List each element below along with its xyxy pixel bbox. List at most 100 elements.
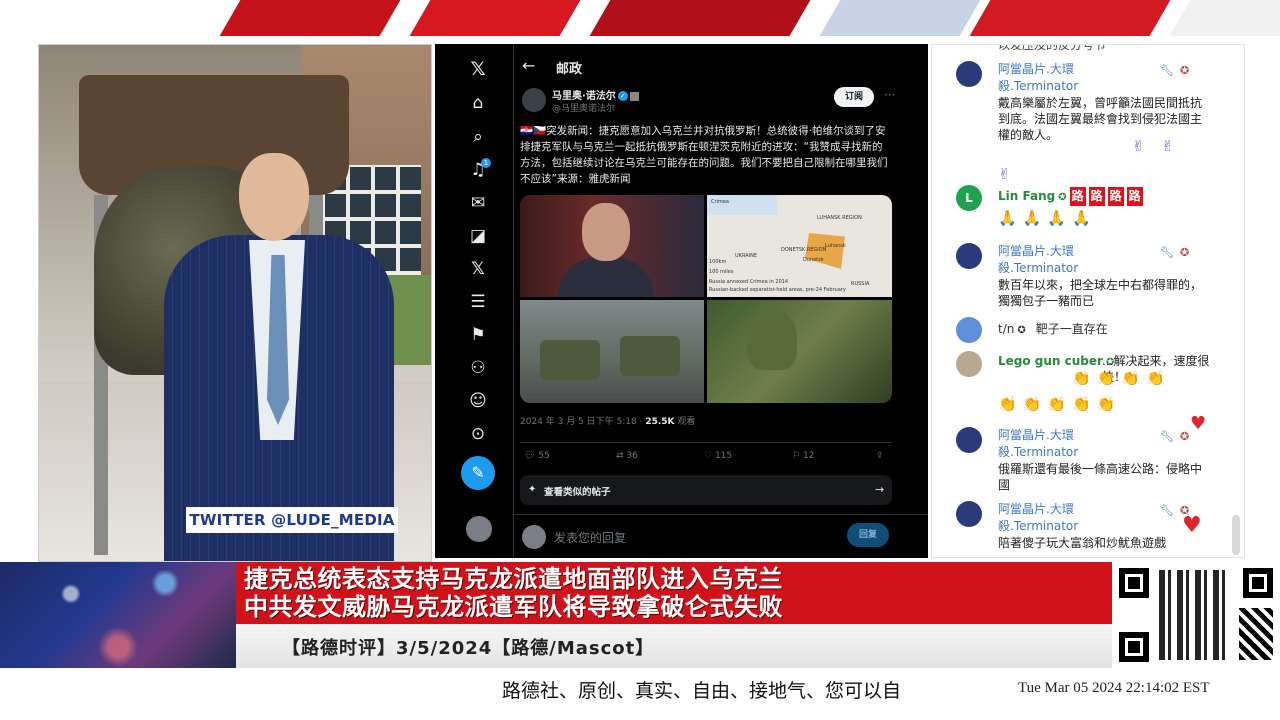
clap-emoji: 👏👏👏👏: [1072, 369, 1171, 387]
post-header: ← 邮政: [514, 44, 928, 88]
reply-input[interactable]: 发表您的回复: [554, 529, 626, 546]
avatar[interactable]: [956, 351, 982, 377]
headline-line-2: 中共发文威胁马克龙派遣军队将导致拿破仑式失败: [244, 593, 783, 621]
chat-author-cont[interactable]: 殺.Terminator: [998, 78, 1078, 95]
peace-emoji: ✌ ✌: [1132, 137, 1180, 155]
lists-icon[interactable]: ☰: [467, 291, 489, 313]
video-frame: TWITTER @LUDE_MEDIA 𝕏 ⌂ ⌕ ♫ 1 ✉ ◪ 𝕏 ☰ ⚑ …: [0, 0, 1280, 720]
post-timestamp: 2024 年 3 月 5 日下午 5:18 · 25.5K 观看: [520, 417, 696, 427]
peace-emoji: ✌: [998, 165, 1017, 183]
chat-author[interactable]: 阿當晶片.大環: [998, 61, 1074, 78]
subscribe-button[interactable]: 订阅: [834, 87, 874, 107]
similar-posts-bar[interactable]: ✦ 查看类似的帖子 →: [520, 475, 892, 505]
share-icon[interactable]: ⇪: [876, 451, 884, 461]
views-count: 25.5K: [645, 417, 675, 427]
subhead-box: 【路德时评】3/5/2024【路德/Mascot】: [236, 624, 1112, 668]
road-tag: 路: [1107, 187, 1124, 206]
map-label: Luhansk: [825, 243, 846, 249]
lower-third: 捷克总统表态支持马克龙派遣地面部队进入乌克兰 中共发文威胁马克龙派遣军队将导致拿…: [0, 562, 1280, 670]
account-avatar[interactable]: [466, 516, 492, 542]
bookmark-action[interactable]: ⚐ 12: [792, 451, 814, 461]
map-label: Donetsk: [803, 257, 824, 263]
chat-author-row[interactable]: t/n ✪ 靶子一直存在: [998, 321, 1108, 339]
communities-icon[interactable]: ⚇: [467, 357, 489, 379]
similar-posts-label: 查看类似的帖子: [544, 487, 611, 498]
post-text: 🇭🇷🇨🇿突发新闻：捷克愿意加入乌克兰并对抗俄罗斯！总统彼得·帕维尔谈到了安排捷克…: [520, 125, 888, 185]
heart-reaction-icon[interactable]: ♥: [1182, 513, 1202, 538]
avatar[interactable]: [956, 427, 982, 453]
chat-scrollbar[interactable]: [1232, 515, 1240, 555]
bookmark-icon[interactable]: ⚑: [467, 324, 489, 346]
reply-composer: 发表您的回复 回复: [514, 514, 928, 558]
author-name-row[interactable]: 马里奥·诺法尔 ✓: [552, 87, 639, 102]
avatar[interactable]: [956, 501, 982, 527]
x-logo-icon[interactable]: 𝕏: [467, 58, 489, 80]
reply-icon: 💬︎: [524, 451, 536, 461]
home-icon[interactable]: ⌂: [467, 92, 489, 114]
media-map-ukraine[interactable]: Crimea LUHANSK REGION Luhansk Donetsk DO…: [707, 195, 892, 297]
media-soldier-photo[interactable]: [707, 300, 892, 403]
chat-author-row[interactable]: Lin Fang ✪ 路路路路: [998, 187, 1143, 206]
reply-button[interactable]: 回复: [847, 523, 889, 547]
back-arrow-icon[interactable]: ←: [522, 56, 535, 75]
like-action[interactable]: ♡ 115: [704, 451, 732, 461]
search-icon[interactable]: ⌕: [467, 126, 489, 148]
qr-code: [1115, 564, 1277, 666]
chat-author[interactable]: 阿當晶片.大環: [998, 243, 1074, 260]
map-label: 100 miles: [709, 269, 734, 275]
repost-action[interactable]: ⇄ 36: [616, 451, 638, 461]
page-title: 邮政: [556, 62, 583, 77]
arrow-right-icon: →: [875, 483, 885, 496]
chat-author-cont[interactable]: 殺.Terminator: [998, 444, 1078, 461]
headline-box: 捷克总统表态支持马克龙派遣地面部队进入乌克兰 中共发文威胁马克龙派遣军队将导致拿…: [236, 562, 1112, 624]
chat-text: 俄羅斯還有最後一條高速公路：侵略中國: [998, 462, 1203, 492]
notification-badge: 1: [481, 158, 491, 168]
live-chat: 以发压及的反分号节 阿當晶片.大環 殺.Terminator 🔧︎ ✪ 戴高樂屬…: [931, 44, 1245, 558]
chat-author-cont[interactable]: 殺.Terminator: [998, 260, 1078, 277]
x-icon[interactable]: 𝕏: [467, 258, 489, 280]
author-handle[interactable]: @马里奥诺法尔: [552, 101, 615, 114]
presenter-head: [239, 153, 309, 241]
wrench-icon: 🔧︎: [1160, 246, 1174, 259]
more-options-icon[interactable]: ···: [884, 88, 895, 102]
avatar[interactable]: [956, 243, 982, 269]
map-label: DONETSK REGION: [781, 247, 827, 253]
broadcast-clock: Tue Mar 05 2024 22:14:02 EST: [1018, 680, 1210, 696]
mail-icon[interactable]: ✉: [467, 192, 489, 214]
reply-action[interactable]: 💬︎ 55: [524, 451, 550, 461]
headline-line-1: 捷克总统表态支持马克龙派遣地面部队进入乌克兰: [244, 565, 783, 593]
repost-icon: ⇄: [616, 451, 624, 461]
chat-text: 陪著傻子玩大富翁和炒魷魚遊戲: [998, 536, 1167, 550]
map-label: LUHANSK REGION: [817, 215, 862, 221]
map-label: RUSSIA: [851, 281, 870, 287]
verified-icon: ✓: [617, 91, 628, 101]
chat-text: 戴高樂屬於左翼，曾呼籲法國民間抵抗到底。法國左翼最終會找到侵犯法國主權的敵人。: [998, 96, 1203, 142]
reply-avatar: [522, 525, 546, 549]
post-media-grid[interactable]: Crimea LUHANSK REGION Luhansk Donetsk DO…: [520, 195, 892, 403]
compose-post-button[interactable]: ✎: [461, 456, 495, 490]
bookmark-icon: ⚐: [792, 451, 801, 461]
profile-icon[interactable]: ☺: [467, 390, 489, 412]
post-actions: 💬︎ 55 ⇄ 36 ♡ 115 ⚐ 12 ⇪: [520, 442, 892, 462]
author-avatar[interactable]: [522, 88, 546, 112]
chat-fragment: 以发压及的反分号节: [998, 44, 1107, 52]
map-label: 100km: [709, 259, 727, 265]
chat-text: 數百年以來，把全球左中右都得罪的，獨獨包子一豬而已: [998, 278, 1203, 308]
more-circle-icon[interactable]: ⊙: [467, 423, 489, 445]
pray-emoji: 🙏🙏🙏🙏: [998, 209, 1097, 227]
presenter-video: TWITTER @LUDE_MEDIA: [38, 44, 432, 562]
media-president-photo[interactable]: [520, 195, 704, 297]
chat-author-cont[interactable]: 殺.Terminator: [998, 518, 1078, 535]
chat-author[interactable]: 阿當晶片.大環: [998, 427, 1074, 444]
wrench-icon: 🔧︎: [1160, 64, 1174, 77]
avatar[interactable]: [956, 317, 982, 343]
grok-icon[interactable]: ◪: [467, 225, 489, 247]
avatar[interactable]: L: [956, 185, 982, 211]
media-military-vehicles[interactable]: [520, 300, 704, 403]
x-sidebar-nav: 𝕏 ⌂ ⌕ ♫ 1 ✉ ◪ 𝕏 ☰ ⚑ ⚇ ☺ ⊙ ✎: [435, 44, 515, 558]
chat-author[interactable]: 阿當晶片.大環: [998, 501, 1074, 518]
avatar[interactable]: [956, 61, 982, 87]
wrench-icon: 🔧︎: [1160, 504, 1174, 517]
chat-text: 靶子一直存在: [1035, 322, 1108, 336]
road-tag: 路: [1069, 187, 1086, 206]
